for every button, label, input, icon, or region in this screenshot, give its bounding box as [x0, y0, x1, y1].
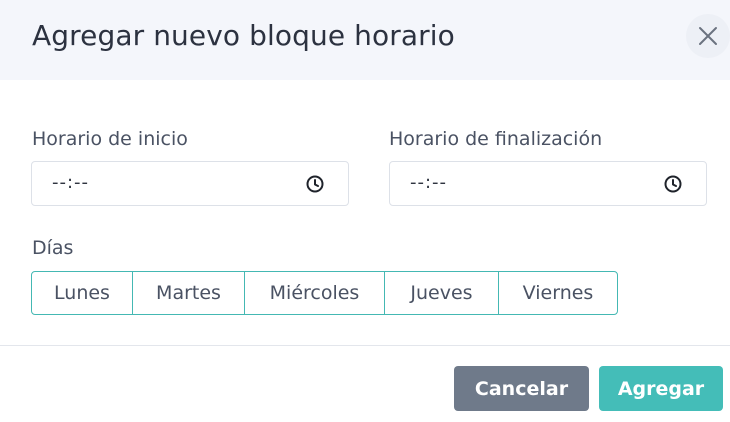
start-time-input[interactable]: --:--	[31, 161, 349, 206]
clock-icon[interactable]	[663, 174, 683, 194]
days-label: Días	[32, 237, 74, 259]
day-button-thursday[interactable]: Jueves	[384, 271, 499, 315]
start-time-value: --:--	[52, 172, 90, 193]
modal-title: Agregar nuevo bloque horario	[32, 19, 455, 52]
end-time-value: --:--	[410, 172, 448, 193]
modal-header: Agregar nuevo bloque horario	[0, 0, 730, 80]
day-button-friday[interactable]: Viernes	[498, 271, 618, 315]
day-button-wednesday[interactable]: Miércoles	[244, 271, 385, 315]
close-button[interactable]	[686, 14, 730, 58]
clock-icon[interactable]	[305, 174, 325, 194]
day-button-monday[interactable]: Lunes	[31, 271, 133, 315]
day-button-tuesday[interactable]: Martes	[132, 271, 245, 315]
end-time-input[interactable]: --:--	[389, 161, 707, 206]
add-button[interactable]: Agregar	[599, 366, 723, 411]
start-time-label: Horario de inicio	[32, 128, 188, 150]
cancel-button[interactable]: Cancelar	[454, 366, 589, 411]
days-button-group: Lunes Martes Miércoles Jueves Viernes	[31, 271, 618, 315]
footer-divider	[0, 345, 730, 346]
end-time-label: Horario de finalización	[389, 128, 603, 150]
add-time-block-modal: Agregar nuevo bloque horario Horario de …	[0, 0, 730, 422]
